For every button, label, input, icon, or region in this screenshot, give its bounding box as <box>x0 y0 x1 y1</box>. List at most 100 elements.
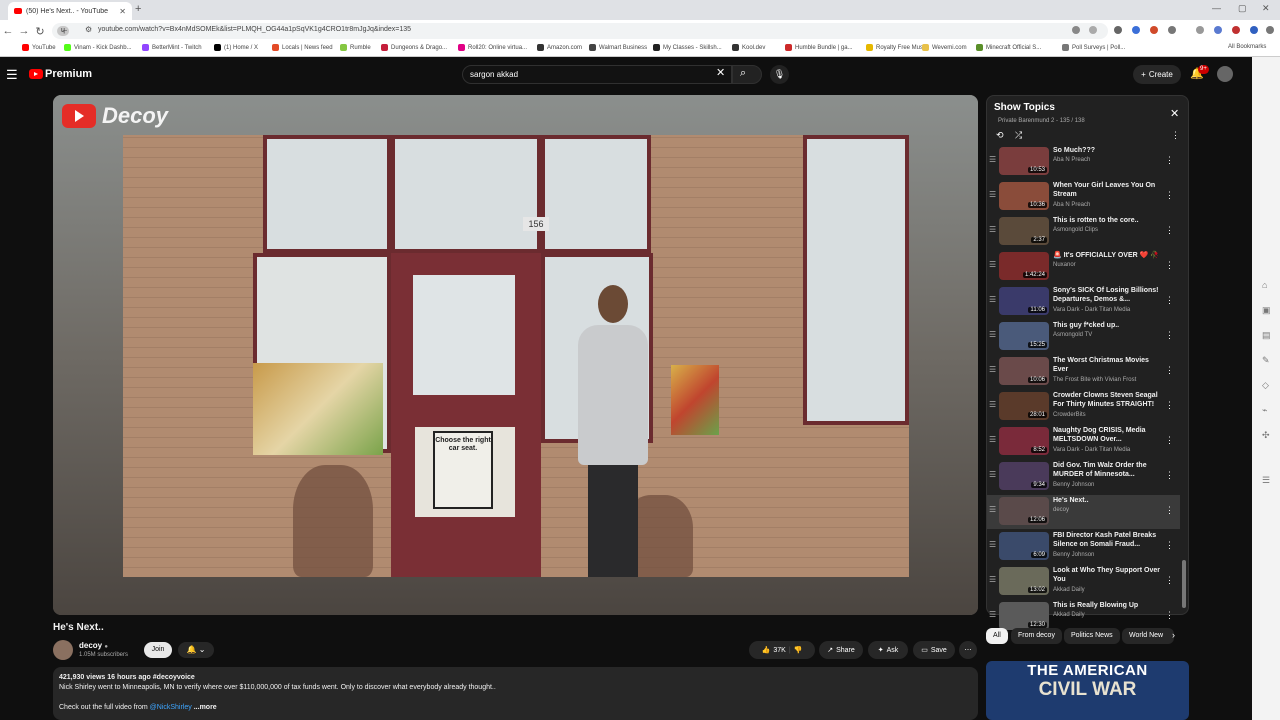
forward-icon[interactable]: → <box>16 25 32 37</box>
bookmark-item[interactable]: BetterMint - Twitch <box>142 44 202 51</box>
nick-shirley-link[interactable]: @NickShirley <box>150 704 192 711</box>
extension-icon[interactable] <box>1114 26 1122 34</box>
reload-icon[interactable]: ↻ <box>32 25 48 38</box>
account-avatar[interactable] <box>1217 66 1233 82</box>
side-panel-icon[interactable]: ✎ <box>1262 355 1270 366</box>
drag-handle-icon[interactable]: ☰ <box>989 260 996 269</box>
playlist-item[interactable]: ☰ 2:37 This is rotten to the core.. Asmongo… <box>987 215 1180 249</box>
playlist-thumbnail[interactable]: 12:06 <box>999 497 1049 525</box>
new-tab-icon[interactable]: + <box>135 3 141 15</box>
bookmark-item[interactable]: Roll20: Online virtua... <box>458 44 527 51</box>
ask-button[interactable]: ✦ Ask <box>868 641 908 659</box>
playlist-title[interactable]: Show Topics <box>994 102 1055 113</box>
playlist-thumbnail[interactable]: 6:09 <box>999 532 1049 560</box>
drag-handle-icon[interactable]: ☰ <box>989 365 996 374</box>
playlist-item[interactable]: ☰ 11:06 Sony's SICK Of Losing Billions! De… <box>987 285 1180 319</box>
item-menu-icon[interactable]: ⋮ <box>1165 155 1174 166</box>
drag-handle-icon[interactable]: ☰ <box>989 610 996 619</box>
extension-icon[interactable] <box>1150 26 1158 34</box>
url-chip[interactable]: ɥ̶ <box>57 26 69 36</box>
bookmark-star-icon[interactable] <box>1089 26 1097 34</box>
minimize-icon[interactable]: — <box>1212 3 1221 13</box>
item-menu-icon[interactable]: ⋮ <box>1165 540 1174 551</box>
side-panel-icon[interactable]: ◇ <box>1262 380 1269 391</box>
item-menu-icon[interactable]: ⋮ <box>1165 225 1174 236</box>
playlist-thumbnail[interactable]: 10:36 <box>999 182 1049 210</box>
extension-icon[interactable] <box>1250 26 1258 34</box>
create-button[interactable]: + Create <box>1133 65 1181 84</box>
drag-handle-icon[interactable]: ☰ <box>989 155 996 164</box>
drag-handle-icon[interactable]: ☰ <box>989 190 996 199</box>
item-menu-icon[interactable]: ⋮ <box>1165 260 1174 271</box>
playlist-thumbnail[interactable]: 10:06 <box>999 357 1049 385</box>
search-button[interactable] <box>732 65 762 84</box>
playlist-item[interactable]: ☰ 12:06 He's Next.. decoy ⋮ <box>987 495 1180 529</box>
filter-chip[interactable]: World New <box>1122 628 1174 644</box>
close-playlist-icon[interactable]: ✕ <box>1170 107 1179 120</box>
subscription-bell-button[interactable]: 🔔 ⌄ <box>178 642 214 658</box>
bookmark-item[interactable]: Poll Surveys | Poll... <box>1062 44 1125 51</box>
drag-handle-icon[interactable]: ☰ <box>989 295 996 304</box>
maximize-icon[interactable]: ▢ <box>1238 3 1247 14</box>
playlist-item[interactable]: ☰ 6:09 FBI Director Kash Patel Breaks Sile… <box>987 530 1180 564</box>
playlist-thumbnail[interactable]: 11:06 <box>999 287 1049 315</box>
playlist-menu-icon[interactable]: ⋮ <box>1171 130 1180 141</box>
chevron-right-icon[interactable]: › <box>1172 630 1175 640</box>
playlist-thumbnail[interactable]: 13:02 <box>999 567 1049 595</box>
show-more-button[interactable]: ...more <box>194 704 217 711</box>
channel-avatar[interactable] <box>53 640 73 660</box>
close-window-icon[interactable]: ✕ <box>1262 3 1270 14</box>
bookmark-item[interactable]: Dungeons & Drago... <box>381 44 447 51</box>
search-input[interactable]: sargon akkad <box>462 65 732 84</box>
url-text[interactable]: youtube.com/watch?v=Bx4nMdSOMEk&list=PLM… <box>98 26 411 33</box>
clear-search-icon[interactable]: ✕ <box>716 66 725 79</box>
playlist-item[interactable]: ☰ 10:06 The Worst Christmas Movies Ever The… <box>987 355 1180 389</box>
back-icon[interactable]: ← <box>0 25 16 37</box>
filter-chip[interactable]: All <box>986 628 1008 644</box>
playlist-thumbnail[interactable]: 1:42:24 <box>999 252 1049 280</box>
drag-handle-icon[interactable]: ☰ <box>989 470 996 479</box>
site-info-icon[interactable]: ⚙ <box>85 25 92 34</box>
youtube-logo[interactable]: Premium <box>29 68 92 80</box>
filter-chip[interactable]: Politics News <box>1064 628 1120 644</box>
bookmark-item[interactable]: Locals | News feed <box>272 44 333 51</box>
item-menu-icon[interactable]: ⋮ <box>1165 190 1174 201</box>
bookmark-item[interactable]: Kool.dev <box>732 44 765 51</box>
bookmark-item[interactable]: Humble Bundle | ga... <box>785 44 853 51</box>
bookmark-item[interactable]: My Classes - Skillsh... <box>653 44 722 51</box>
drag-handle-icon[interactable]: ☰ <box>989 575 996 584</box>
drag-handle-icon[interactable]: ☰ <box>989 330 996 339</box>
bookmark-item[interactable]: YouTube <box>22 44 56 51</box>
side-panel-icon[interactable]: ▣ <box>1262 305 1271 316</box>
item-menu-icon[interactable]: ⋮ <box>1165 610 1174 621</box>
bookmark-item[interactable]: Walmart Business <box>589 44 647 51</box>
voice-search-icon[interactable]: 🎙 <box>770 65 789 84</box>
loop-icon[interactable]: ⟲ <box>996 130 1004 141</box>
playlist-thumbnail[interactable]: 9:34 <box>999 462 1049 490</box>
side-panel-icon[interactable]: ⌁ <box>1262 405 1267 416</box>
side-panel-icon[interactable]: ☰ <box>1262 475 1270 486</box>
item-menu-icon[interactable]: ⋮ <box>1165 470 1174 481</box>
playlist-item[interactable]: ☰ 28:01 Crowder Clowns Steven Seagal For T… <box>987 390 1180 424</box>
playlist-item[interactable]: ☰ 15:25 This guy f*cked up.. Asmongold TV ⋮ <box>987 320 1180 354</box>
playlist-thumbnail[interactable]: 28:01 <box>999 392 1049 420</box>
share-button[interactable]: ↗ Share <box>819 641 863 659</box>
playlist-thumbnail[interactable]: 8:52 <box>999 427 1049 455</box>
shuffle-icon[interactable]: ⤮ <box>1015 130 1022 141</box>
save-button[interactable]: ▭ Save <box>913 641 955 659</box>
filter-chip[interactable]: From decoy <box>1011 628 1062 644</box>
bookmark-item[interactable]: Minecraft Official S... <box>976 44 1041 51</box>
playlist-item[interactable]: ☰ 8:52 Naughty Dog CRISIS, Media MELTSDOWN… <box>987 425 1180 459</box>
item-menu-icon[interactable]: ⋮ <box>1165 295 1174 306</box>
drag-handle-icon[interactable]: ☰ <box>989 505 996 514</box>
playlist-item[interactable]: ☰ 9:34 Did Gov. Tim Walz Order the MURDER … <box>987 460 1180 494</box>
menu-icon[interactable] <box>1266 26 1274 34</box>
extension-icon[interactable] <box>1232 26 1240 34</box>
bookmark-item[interactable]: (1) Home / X <box>214 44 258 51</box>
drag-handle-icon[interactable]: ☰ <box>989 540 996 549</box>
drag-handle-icon[interactable]: ☰ <box>989 225 996 234</box>
drag-handle-icon[interactable]: ☰ <box>989 400 996 409</box>
bookmark-item[interactable]: Vinam - Kick Dashb... <box>64 44 132 51</box>
bookmark-item[interactable]: Amazon.com <box>537 44 582 51</box>
item-menu-icon[interactable]: ⋮ <box>1165 505 1174 516</box>
